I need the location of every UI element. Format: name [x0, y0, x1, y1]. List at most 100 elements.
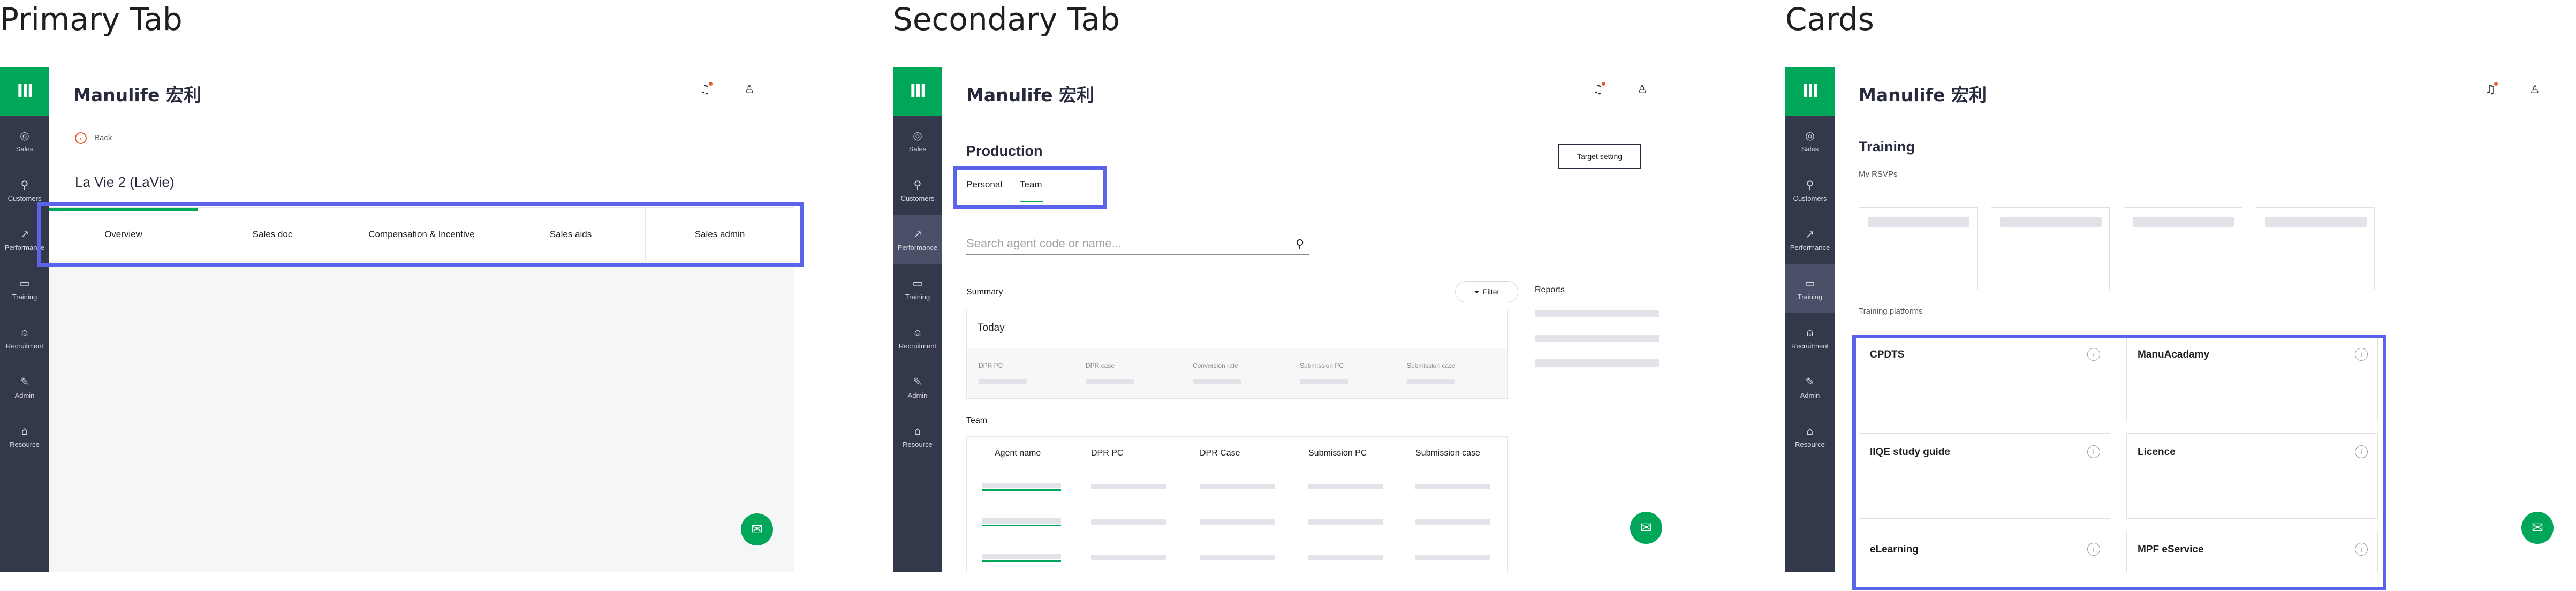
filter-icon: ⏷ — [1473, 287, 1480, 296]
nav-label: Performance — [1790, 243, 1830, 252]
highlight-cards — [1852, 335, 2386, 590]
nav-item-admin[interactable]: ✎ Admin — [1785, 362, 1835, 412]
metric-label: DPR case — [1086, 362, 1115, 369]
profile-icon[interactable]: ♙ — [1637, 83, 1648, 96]
nav-item-performance[interactable]: ↗ Performance — [893, 215, 942, 264]
nav-label: Resource — [10, 440, 40, 449]
nav-item-training[interactable]: ▭ Training — [893, 264, 942, 313]
rsvp-card[interactable] — [2124, 207, 2242, 290]
cell-placeholder — [1091, 519, 1166, 525]
filter-button[interactable]: ⏷ Filter — [1455, 281, 1518, 302]
panel-title-primary: Primary Tab — [0, 1, 183, 37]
table-row[interactable] — [967, 506, 1507, 541]
target-setting-button[interactable]: Target setting — [1558, 144, 1641, 169]
notification-dot — [2494, 82, 2498, 86]
search-person-icon: ⚲ — [913, 178, 922, 191]
brand-name: Manulife 宏利 — [1859, 85, 1987, 105]
back-arrow-icon[interactable]: ‹ — [75, 132, 87, 144]
panel-title-cards: Cards — [1785, 1, 1874, 37]
bank-icon: ⌂ — [914, 424, 921, 437]
book-icon: ▭ — [912, 276, 923, 290]
back-link[interactable]: Back — [94, 133, 112, 142]
report-placeholder — [1535, 335, 1659, 342]
nav-item-recruitment[interactable]: ⍝ Recruitment — [893, 313, 942, 362]
table-row[interactable] — [967, 471, 1507, 505]
agent-search-input[interactable]: Search agent code or name... — [966, 237, 1122, 251]
profile-icon[interactable]: ♙ — [744, 83, 755, 96]
table-row[interactable] — [967, 542, 1507, 572]
metric-placeholder — [1407, 379, 1455, 384]
search-person-icon: ⚲ — [1806, 178, 1814, 191]
cell-placeholder — [1200, 555, 1275, 560]
nav-label: Sales — [1801, 145, 1819, 153]
rsvp-card[interactable] — [1991, 207, 2110, 290]
column-header: Agent name — [995, 449, 1041, 458]
cell-placeholder — [1200, 519, 1275, 525]
chat-icon: ✉ — [1640, 520, 1652, 536]
manulife-logo[interactable]: lll — [0, 67, 49, 116]
trend-icon: ↗ — [20, 227, 29, 240]
metric-placeholder — [1086, 379, 1134, 384]
rsvp-card[interactable] — [2256, 207, 2375, 290]
metric-label: Conversion rate — [1193, 362, 1238, 369]
notification-icon[interactable]: ♫ — [700, 83, 710, 96]
nav-item-admin[interactable]: ✎ Admin — [893, 362, 942, 412]
nav-label: Recruitment — [898, 342, 937, 350]
bank-icon: ⌂ — [1806, 424, 1814, 437]
nav-item-sales[interactable]: ◎ Sales — [893, 116, 942, 165]
cell-placeholder — [1091, 555, 1166, 560]
chat-fab[interactable]: ✉ — [1630, 512, 1662, 544]
agent-link-underline — [982, 525, 1061, 526]
summary-card: Today DPR PC DPR case Conversion rate Su… — [966, 310, 1508, 399]
agent-link-underline — [982, 560, 1061, 562]
manulife-logo[interactable]: lll — [1785, 67, 1835, 116]
column-header: Submission PC — [1308, 449, 1367, 458]
nav-item-sales[interactable]: ◎ Sales — [1785, 116, 1835, 165]
brand-name: Manulife 宏利 — [966, 85, 1094, 105]
chat-fab[interactable]: ✉ — [741, 513, 773, 545]
nav-item-resource[interactable]: ⌂ Resource — [1785, 412, 1835, 461]
nav-item-training[interactable]: ▭ Training — [1785, 264, 1835, 313]
bank-icon: ⌂ — [21, 424, 28, 437]
search-icon[interactable]: ⚲ — [1295, 237, 1304, 251]
logo-mark: lll — [1802, 81, 1819, 102]
chat-fab[interactable]: ✉ — [2521, 512, 2554, 544]
metric-placeholder — [1300, 379, 1348, 384]
notification-icon[interactable]: ♫ — [1593, 83, 1603, 96]
nav-label: Customers — [7, 194, 42, 202]
edit-icon: ✎ — [913, 375, 922, 388]
nav-label: Recruitment — [1791, 342, 1829, 350]
notification-dot — [1602, 82, 1605, 86]
nav-item-performance[interactable]: ↗ Performance — [1785, 215, 1835, 264]
panel-title-secondary: Secondary Tab — [893, 1, 1120, 37]
book-icon: ▭ — [1805, 276, 1815, 290]
metric-label: Submission case — [1407, 362, 1456, 369]
highlight-primary-tabs — [37, 202, 804, 267]
nav-item-resource[interactable]: ⌂ Resource — [893, 412, 942, 461]
metric-label: Submission PC — [1300, 362, 1344, 369]
main-content: ‹ Back La Vie 2 (LaVie) Overview Sales d… — [49, 116, 794, 572]
target-icon: ◎ — [913, 128, 922, 142]
sidebar: lll ◎ Sales ⚲ Customers ↗ Performance ▭ Trai… — [893, 67, 942, 572]
nav-item-recruitment[interactable]: ⍝ Recruitment — [0, 313, 49, 362]
nav-item-admin[interactable]: ✎ Admin — [0, 362, 49, 412]
agent-name-placeholder — [982, 483, 1061, 488]
manulife-logo[interactable]: lll — [893, 67, 942, 116]
rsvp-card[interactable] — [1859, 207, 1978, 290]
column-header: DPR Case — [1200, 449, 1240, 458]
notification-icon[interactable]: ♫ — [2485, 83, 2496, 96]
edit-icon: ✎ — [1805, 375, 1815, 388]
cell-placeholder — [1308, 555, 1383, 560]
nav-label: Resource — [903, 440, 933, 449]
top-bar: Manulife 宏利 ♫ ♙ — [49, 67, 794, 116]
nav-item-customers[interactable]: ⚲ Customers — [893, 165, 942, 215]
team-label: Team — [966, 416, 988, 425]
nav-item-sales[interactable]: ◎ Sales — [0, 116, 49, 165]
nav-item-recruitment[interactable]: ⍝ Recruitment — [1785, 313, 1835, 362]
nav-item-customers[interactable]: ⚲ Customers — [1785, 165, 1835, 215]
search-underline — [966, 254, 1309, 255]
nav-item-resource[interactable]: ⌂ Resource — [0, 412, 49, 461]
nav-label: Sales — [16, 145, 34, 153]
nav-item-training[interactable]: ▭ Training — [0, 264, 49, 313]
profile-icon[interactable]: ♙ — [2529, 83, 2540, 96]
